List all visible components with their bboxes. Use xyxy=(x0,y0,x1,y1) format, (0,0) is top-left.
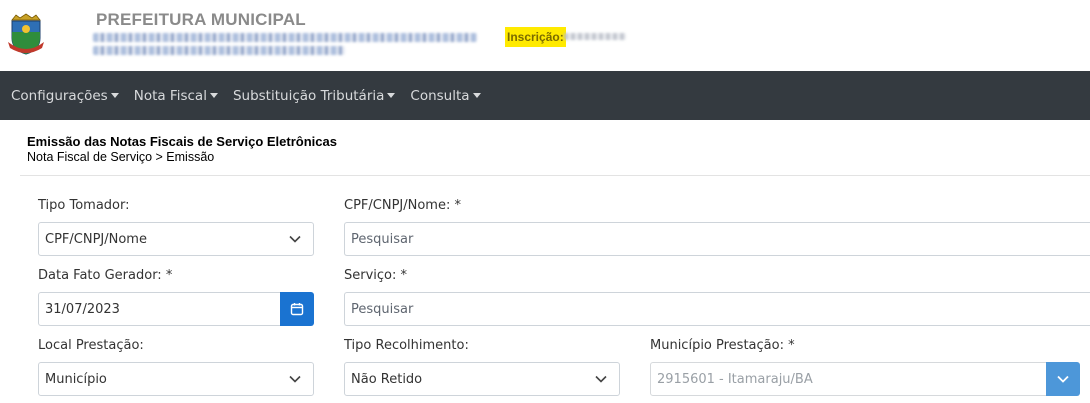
nav-consulta[interactable]: Consulta xyxy=(410,88,481,104)
section-divider xyxy=(20,175,1090,176)
servico-placeholder: Pesquisar xyxy=(351,301,414,317)
breadcrumb: Nota Fiscal de Serviço > Emissão xyxy=(27,150,215,164)
chevron-down-icon xyxy=(1057,375,1069,383)
chevron-down-icon xyxy=(289,235,301,243)
data-fato-gerador-value: 31/07/2023 xyxy=(45,301,120,317)
header: PREFEITURA MUNICIPAL Inscrição: xyxy=(0,0,1090,71)
nav-substituicao-tributaria[interactable]: Substituição Tributária xyxy=(233,88,396,104)
cpf-cnpj-nome-placeholder: Pesquisar xyxy=(351,231,414,247)
tipo-tomador-select[interactable]: CPF/CNPJ/Nome xyxy=(38,222,314,256)
chevron-down-icon xyxy=(289,375,301,383)
municipio-prestacao-value: 2915601 - Itamaraju/BA xyxy=(657,371,813,387)
municipal-crest-logo xyxy=(8,13,44,55)
calendar-icon xyxy=(290,303,304,316)
caret-down-icon xyxy=(387,93,396,98)
servico-label: Serviço: * xyxy=(344,268,408,283)
redacted-address-line-1 xyxy=(93,33,477,42)
tipo-tomador-value: CPF/CNPJ/Nome xyxy=(45,231,147,247)
municipio-dropdown-button[interactable] xyxy=(1046,362,1080,396)
calendar-button[interactable] xyxy=(280,292,314,326)
tipo-recolhimento-value: Não Retido xyxy=(351,371,423,387)
inscricao-label: Inscrição: xyxy=(505,27,566,47)
caret-down-icon xyxy=(472,93,481,98)
cpf-cnpj-nome-search-input[interactable]: Pesquisar xyxy=(344,222,1090,256)
page-title: Emissão das Notas Fiscais de Serviço Ele… xyxy=(27,134,337,149)
municipio-prestacao-select[interactable]: 2915601 - Itamaraju/BA xyxy=(650,362,1048,396)
local-prestacao-select[interactable]: Município xyxy=(38,362,314,396)
redacted-address-line-2 xyxy=(93,46,345,55)
local-prestacao-value: Município xyxy=(45,371,107,387)
tipo-tomador-label: Tipo Tomador: xyxy=(38,198,130,213)
data-fato-gerador-label: Data Fato Gerador: * xyxy=(38,268,173,283)
org-title: PREFEITURA MUNICIPAL xyxy=(96,10,306,29)
caret-down-icon xyxy=(209,93,218,98)
local-prestacao-label: Local Prestação: xyxy=(38,338,144,353)
nav-configuracoes[interactable]: Configurações xyxy=(11,88,119,104)
main-navbar: Configurações Nota Fiscal Substituição T… xyxy=(0,71,1090,120)
servico-search-input[interactable]: Pesquisar xyxy=(344,292,1090,326)
cpf-cnpj-nome-label: CPF/CNPJ/Nome: * xyxy=(344,198,461,213)
nav-nota-fiscal[interactable]: Nota Fiscal xyxy=(134,88,218,104)
chevron-down-icon xyxy=(595,375,607,383)
data-fato-gerador-input[interactable]: 31/07/2023 xyxy=(38,292,282,326)
redacted-inscricao-value xyxy=(564,33,626,40)
municipio-prestacao-label: Município Prestação: * xyxy=(650,338,795,353)
tipo-recolhimento-select[interactable]: Não Retido xyxy=(344,362,620,396)
tipo-recolhimento-label: Tipo Recolhimento: xyxy=(344,338,469,353)
caret-down-icon xyxy=(110,93,119,98)
